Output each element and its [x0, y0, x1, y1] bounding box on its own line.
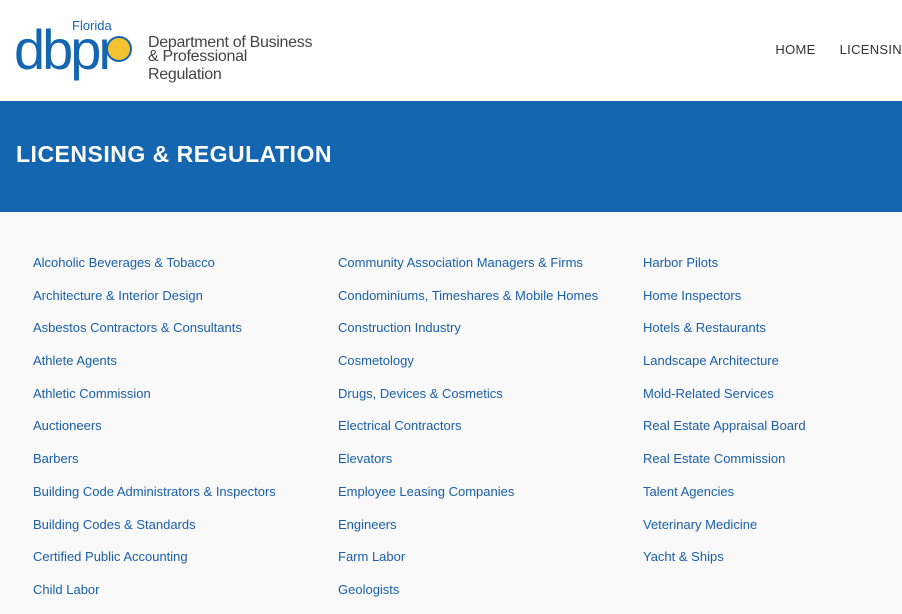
column-2: Community Association Managers & Firms Co… [338, 254, 598, 614]
top-nav: HOME LICENSIN [775, 42, 902, 57]
license-link[interactable]: Athletic Commission [33, 385, 276, 418]
license-link[interactable]: Mold-Related Services [643, 385, 806, 418]
license-link[interactable]: Auctioneers [33, 417, 276, 450]
license-link[interactable]: Asbestos Contractors & Consultants [33, 319, 276, 352]
license-link[interactable]: Drugs, Devices & Cosmetics [338, 385, 598, 418]
license-link[interactable]: Elevators [338, 450, 598, 483]
logo-mark: dbpr [14, 18, 117, 81]
license-link[interactable]: Community Association Managers & Firms [338, 254, 598, 287]
license-link[interactable]: Barbers [33, 450, 276, 483]
license-link[interactable]: Construction Industry [338, 319, 598, 352]
sun-icon [106, 36, 132, 62]
site-header: Florida dbpr Department of Business & Pr… [0, 0, 902, 101]
license-link[interactable]: Condominiums, Timeshares & Mobile Homes [338, 287, 598, 320]
nav-licensing[interactable]: LICENSIN [840, 42, 902, 57]
license-link[interactable]: Real Estate Appraisal Board [643, 417, 806, 450]
license-link[interactable]: Veterinary Medicine [643, 516, 806, 549]
license-link[interactable]: Certified Public Accounting [33, 548, 276, 581]
license-link[interactable]: Yacht & Ships [643, 548, 806, 581]
licensing-list: Alcoholic Beverages & Tobacco Architectur… [0, 212, 902, 608]
license-link[interactable]: Farm Labor [338, 548, 598, 581]
license-link[interactable]: Child Labor [33, 581, 276, 614]
page-title: LICENSING & REGULATION [16, 141, 332, 167]
logo-line2: & Professional Regulation [148, 48, 247, 83]
license-link[interactable]: Athlete Agents [33, 352, 276, 385]
license-link[interactable]: Building Code Administrators & Inspector… [33, 483, 276, 516]
license-link[interactable]: Cosmetology [338, 352, 598, 385]
license-link[interactable]: Engineers [338, 516, 598, 549]
license-link[interactable]: Employee Leasing Companies [338, 483, 598, 516]
page-banner: LICENSING & REGULATION [0, 101, 902, 212]
nav-home[interactable]: HOME [775, 42, 815, 57]
license-link[interactable]: Alcoholic Beverages & Tobacco [33, 254, 276, 287]
license-link[interactable]: Building Codes & Standards [33, 516, 276, 549]
license-link[interactable]: Geologists [338, 581, 598, 614]
license-link[interactable]: Home Inspectors [643, 287, 806, 320]
license-link[interactable]: Architecture & Interior Design [33, 287, 276, 320]
license-link[interactable]: Landscape Architecture [643, 352, 806, 385]
column-1: Alcoholic Beverages & Tobacco Architectur… [33, 254, 276, 614]
license-link[interactable]: Talent Agencies [643, 483, 806, 516]
license-link[interactable]: Real Estate Commission [643, 450, 806, 483]
license-link[interactable]: Electrical Contractors [338, 417, 598, 450]
dbpr-logo[interactable]: Florida dbpr Department of Business & Pr… [14, 16, 314, 83]
license-link[interactable]: Harbor Pilots [643, 254, 806, 287]
column-3: Harbor Pilots Home Inspectors Hotels & Res… [643, 254, 806, 581]
license-link[interactable]: Hotels & Restaurants [643, 319, 806, 352]
